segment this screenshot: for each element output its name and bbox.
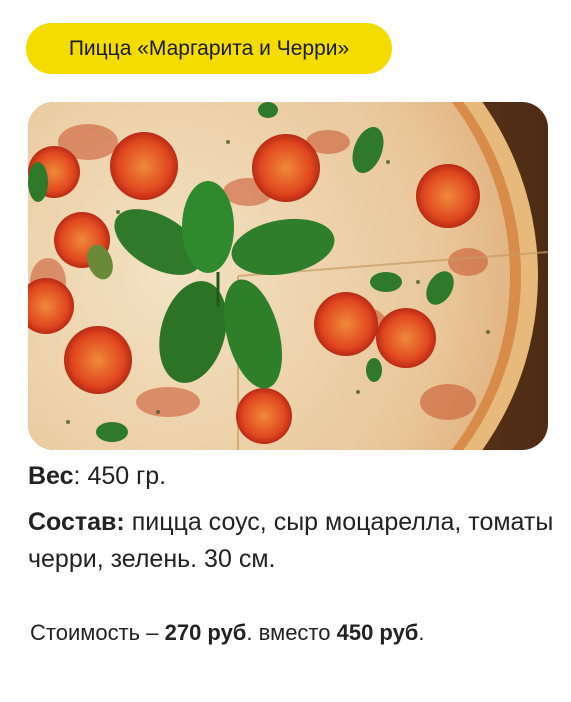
product-weight: Вес: 450 гр. (28, 462, 166, 491)
product-title: Пицца «Маргарита и Черри» (68, 36, 350, 60)
pizza-photo (28, 102, 548, 450)
composition-label: Состав: (28, 508, 125, 536)
price-prefix: Стоимость – (30, 620, 165, 645)
weight-label: Вес (28, 462, 74, 490)
price-middle: . вместо (246, 620, 337, 645)
product-composition: Состав: пицца соус, сыр моцарелла, томат… (28, 504, 558, 578)
product-price: Стоимость – 270 руб. вместо 450 руб. (30, 620, 425, 646)
weight-value: 450 гр. (80, 462, 167, 490)
product-title-badge: Пицца «Маргарита и Черри» (26, 23, 392, 74)
price-suffix: . (418, 620, 425, 645)
weight-separator: : (73, 462, 81, 490)
new-price: 270 руб (164, 620, 247, 645)
old-price: 450 руб (336, 620, 419, 645)
